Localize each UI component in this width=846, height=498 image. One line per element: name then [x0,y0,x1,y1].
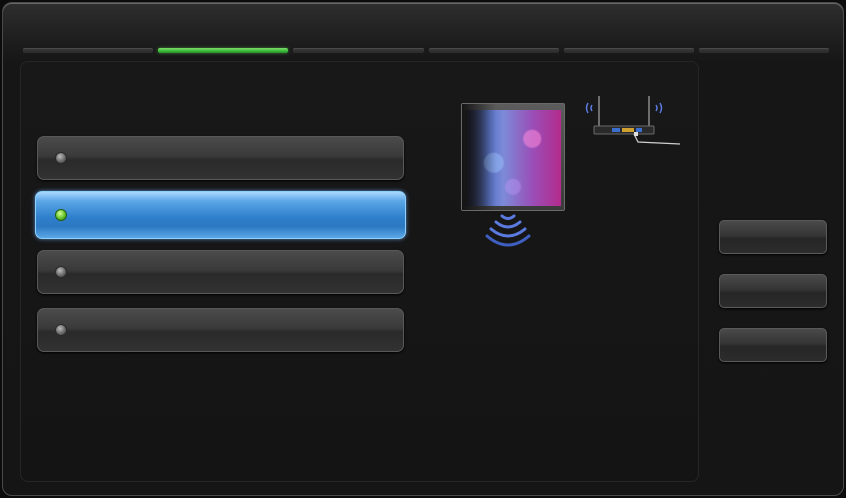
step-4-indicator [428,48,559,53]
side-button-1[interactable] [719,220,827,254]
network-option-3[interactable] [37,250,404,294]
step-6-indicator [698,48,830,53]
router-icon [585,96,681,145]
radio-selected-icon [55,209,67,221]
network-option-2[interactable] [35,191,406,239]
step-3-indicator [293,48,424,53]
step-1-indicator [23,48,154,53]
radio-indicator-icon [55,266,67,278]
side-button-2[interactable] [719,274,827,308]
network-option-4[interactable] [37,308,404,352]
network-option-1[interactable] [37,136,404,180]
step-progress-bar [23,47,830,54]
radio-indicator-icon [55,152,67,164]
wireless-signal-icon [485,214,531,247]
radio-indicator-icon [55,324,67,336]
tv-icon [461,103,565,211]
step-5-indicator [563,48,694,53]
side-button-3[interactable] [719,328,827,362]
step-2-indicator [158,48,289,53]
